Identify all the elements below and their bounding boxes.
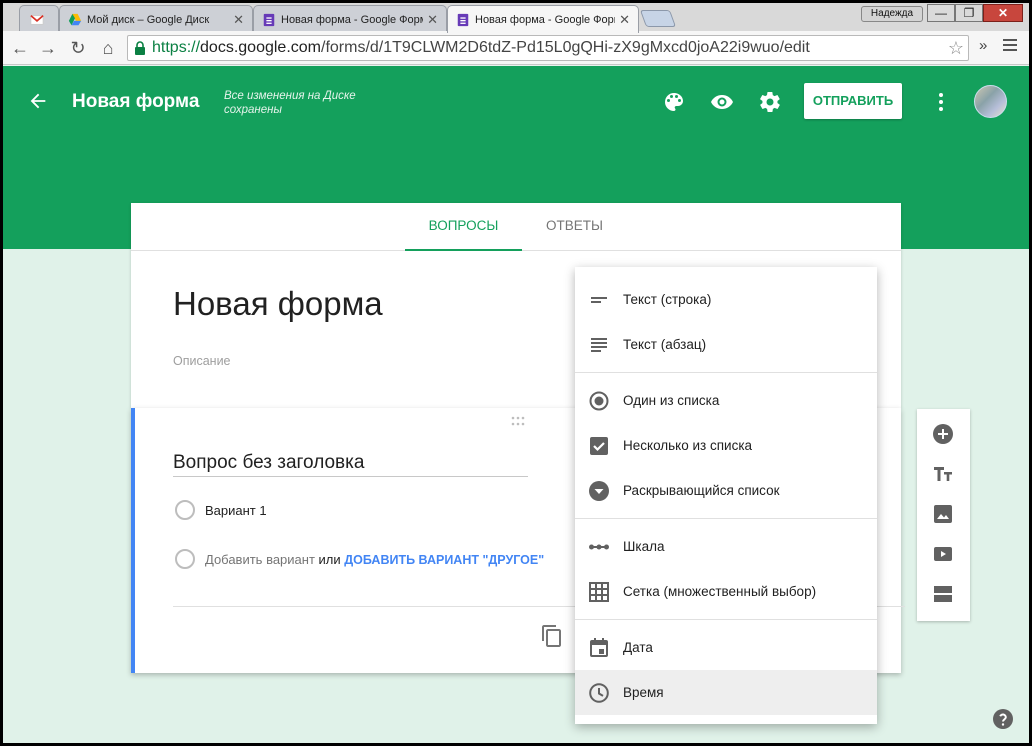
add-option-row: Добавить вариант или ДОБАВИТЬ ВАРИАНТ "Д… (205, 552, 544, 567)
menu-item-label: Дата (623, 640, 653, 655)
send-button[interactable]: ОТПРАВИТЬ (804, 83, 902, 119)
tab-title: Новая форма - Google Форм (475, 13, 616, 26)
close-icon[interactable]: ✕ (427, 12, 438, 28)
form-description-field[interactable]: Описание (173, 354, 231, 368)
question-title-field[interactable]: Вопрос без заголовка (173, 452, 528, 477)
or-label: или (318, 552, 341, 567)
menu-item-label: Текст (абзац) (623, 337, 707, 352)
minimize-button[interactable]: — (927, 4, 955, 22)
tab-questions[interactable]: ВОПРОСЫ (405, 203, 522, 251)
clock-icon (589, 683, 609, 703)
back-icon[interactable]: ← (9, 37, 31, 59)
url-path: /forms/d/1T9CLWM2D6tdZ-Pd15L0gQHi-zX9gMx… (321, 39, 810, 56)
dropdown-icon (589, 481, 609, 501)
header-title[interactable]: Новая форма (72, 91, 199, 113)
menu-item-label: Сетка (множественный выбор) (623, 584, 817, 599)
checkbox-icon (590, 437, 608, 455)
tab-forms-1[interactable]: Новая форма - Google Форм ✕ (253, 5, 447, 33)
url-scheme: https:// (152, 39, 201, 56)
menu-item-grid[interactable]: Сетка (множественный выбор) (575, 569, 877, 614)
forms-icon (263, 13, 275, 26)
menu-item-short-text[interactable]: Текст (строка) (575, 277, 877, 322)
preview-eye-icon[interactable] (710, 90, 734, 114)
drag-handle-icon[interactable] (511, 416, 525, 426)
reload-icon[interactable]: ↻ (67, 37, 89, 59)
radio-icon (589, 391, 609, 411)
menu-divider (575, 518, 877, 519)
menu-item-label: Время (623, 685, 664, 700)
add-other-link[interactable]: ДОБАВИТЬ ВАРИАНТ "ДРУГОЕ" (344, 553, 544, 567)
url-host: docs.google.com (200, 39, 321, 56)
gmail-icon (30, 14, 44, 25)
forms-icon (457, 13, 469, 26)
add-question-icon[interactable] (931, 422, 955, 446)
tab-title: Мой диск – Google Диск (87, 13, 210, 26)
lock-icon (135, 41, 145, 55)
browser-window: Мой диск – Google Диск ✕ Новая форма - G… (3, 3, 1029, 743)
tab-strip: Мой диск – Google Диск ✕ Новая форма - G… (3, 3, 1029, 33)
forward-icon[interactable]: → (37, 37, 59, 59)
window-close-button[interactable]: ✕ (983, 4, 1023, 22)
menu-divider (575, 372, 877, 373)
tab-answers[interactable]: ОТВЕТЫ (522, 203, 627, 251)
add-option-link[interactable]: Добавить вариант (205, 552, 315, 567)
menu-divider (575, 619, 877, 620)
new-tab-button[interactable] (639, 10, 677, 27)
tab-gmail[interactable] (19, 5, 59, 33)
tab-title: Новая форма - Google Форм (281, 13, 424, 26)
option-radio-icon (175, 500, 195, 520)
menu-item-label: Шкала (623, 539, 665, 554)
more-vert-icon[interactable] (931, 90, 951, 114)
menu-item-time[interactable]: Время (575, 670, 877, 715)
forms-page: Новая форма Все изменения на Диске сохра… (3, 66, 1029, 743)
menu-item-label: Один из списка (623, 393, 720, 408)
address-bar[interactable]: https://docs.google.com/forms/d/1T9CLWM2… (127, 35, 969, 61)
extensions-chevron-icon[interactable]: » (979, 37, 987, 54)
short-text-icon (591, 297, 607, 303)
settings-gear-icon[interactable] (758, 90, 782, 114)
menu-item-date[interactable]: Дата (575, 625, 877, 670)
menu-item-label: Несколько из списка (623, 438, 753, 453)
browser-toolbar: ← → ↻ ⌂ https://docs.google.com/forms/d/… (3, 31, 1029, 65)
close-icon[interactable]: ✕ (619, 12, 630, 28)
add-title-icon[interactable] (931, 462, 955, 486)
add-video-icon[interactable] (931, 542, 955, 566)
option-1-field[interactable]: Вариант 1 (205, 503, 267, 518)
grid-icon (589, 582, 609, 602)
menu-item-linear-scale[interactable]: Шкала (575, 524, 877, 569)
menu-item-checkbox[interactable]: Несколько из списка (575, 423, 877, 468)
browser-menu-icon[interactable] (1003, 39, 1017, 54)
form-title[interactable]: Новая форма (173, 285, 383, 323)
drive-icon (68, 13, 82, 25)
bookmark-star-icon[interactable]: ☆ (948, 36, 964, 60)
duplicate-icon[interactable] (540, 624, 564, 648)
avatar[interactable] (974, 85, 1007, 118)
help-icon[interactable] (991, 707, 1015, 731)
menu-item-dropdown[interactable]: Раскрывающийся список (575, 468, 877, 513)
close-icon[interactable]: ✕ (233, 12, 244, 28)
menu-item-label: Раскрывающийся список (623, 483, 780, 498)
add-section-icon[interactable] (931, 582, 955, 606)
tab-forms-2[interactable]: Новая форма - Google Форм ✕ (447, 5, 639, 33)
profile-button[interactable]: Надежда (861, 6, 923, 22)
add-image-icon[interactable] (931, 502, 955, 526)
linear-scale-icon (589, 544, 609, 550)
restore-button[interactable]: ❐ (955, 4, 983, 22)
palette-icon[interactable] (662, 90, 686, 114)
question-type-menu: Текст (строка) Текст (абзац) Один из спи… (575, 267, 877, 724)
back-arrow-icon[interactable] (27, 90, 49, 112)
menu-item-radio[interactable]: Один из списка (575, 378, 877, 423)
calendar-icon (590, 638, 608, 657)
menu-item-label: Текст (строка) (623, 292, 712, 307)
menu-item-paragraph[interactable]: Текст (абзац) (575, 322, 877, 367)
save-status: Все изменения на Диске сохранены (224, 90, 356, 116)
option-radio-icon (175, 549, 195, 569)
tab-drive[interactable]: Мой диск – Google Диск ✕ (59, 5, 253, 33)
add-item-sidebar (917, 409, 970, 621)
home-icon[interactable]: ⌂ (97, 37, 119, 59)
paragraph-icon (591, 338, 607, 352)
form-tabs: ВОПРОСЫ ОТВЕТЫ (131, 203, 901, 251)
